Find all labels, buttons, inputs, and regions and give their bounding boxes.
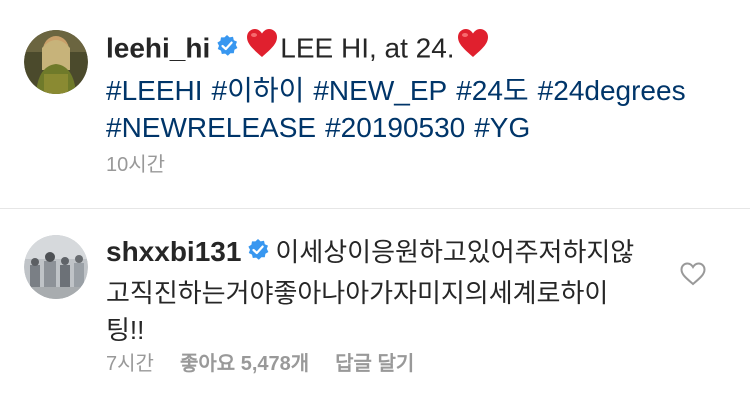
comment-item: shxxbi131 이세상이응원하고있어주저하지않 고직진하는거야좋아나아가자미지… — [0, 208, 750, 411]
hashtag-link[interactable]: #NEW_EP — [313, 75, 447, 106]
post-caption: leehi_hi LEE HI, at 24. #LEEHI #이하이 #NEW_EP… — [0, 0, 750, 210]
heart-outline-icon[interactable] — [680, 262, 706, 286]
post-content: leehi_hi LEE HI, at 24. #LEEHI #이하이 #NEW_EP… — [106, 28, 710, 146]
red-heart-emoji-icon — [457, 28, 489, 68]
hashtag-link[interactable]: #24도 — [456, 75, 528, 106]
verified-badge-icon — [216, 29, 238, 67]
commenter-avatar[interactable] — [24, 235, 88, 299]
post-timestamp[interactable]: 10시간 — [106, 154, 165, 176]
reply-button[interactable]: 답글 달기 — [335, 353, 414, 375]
comment-body: shxxbi131 이세상이응원하고있어주저하지않 고직진하는거야좋아나아가자미지… — [106, 233, 690, 349]
hashtag-link[interactable]: #YG — [474, 112, 530, 143]
comment-text-line: 고직진하는거야좋아나아가자미지의세계로하이 — [106, 277, 609, 308]
red-heart-emoji-icon — [246, 28, 278, 68]
comment-text-line: 이세상이응원하고있어주저하지않 — [275, 237, 635, 267]
hashtag-link[interactable]: #NEWRELEASE — [106, 112, 316, 143]
comment-username[interactable]: shxxbi131 — [106, 236, 241, 267]
post-meta: 10시간 — [106, 148, 165, 177]
post-caption-text: LEE HI, at 24. — [280, 32, 455, 64]
comment-timestamp[interactable]: 7시간 — [106, 353, 154, 375]
hashtag-link[interactable]: #이하이 — [212, 75, 305, 106]
hashtag-list: #LEEHI #이하이 #NEW_EP #24도 #24degrees #NEWRELE… — [106, 72, 710, 146]
verified-badge-icon — [247, 234, 269, 271]
hashtag-link[interactable]: #24degrees — [538, 75, 686, 106]
post-author-avatar[interactable] — [24, 30, 88, 94]
comment-text-line: 팅!! — [106, 314, 145, 345]
hashtag-link[interactable]: #LEEHI — [106, 75, 203, 106]
comment-meta: 7시간 좋아요 5,478개 답글 달기 — [106, 347, 414, 376]
comment-like-count[interactable]: 좋아요 5,478개 — [180, 353, 309, 375]
post-header-line: leehi_hi LEE HI, at 24. — [106, 28, 710, 72]
hashtag-link[interactable]: #20190530 — [325, 112, 465, 143]
comment-content: shxxbi131 이세상이응원하고있어주저하지않 고직진하는거야좋아나아가자미지… — [106, 233, 690, 349]
post-username[interactable]: leehi_hi — [106, 32, 210, 63]
